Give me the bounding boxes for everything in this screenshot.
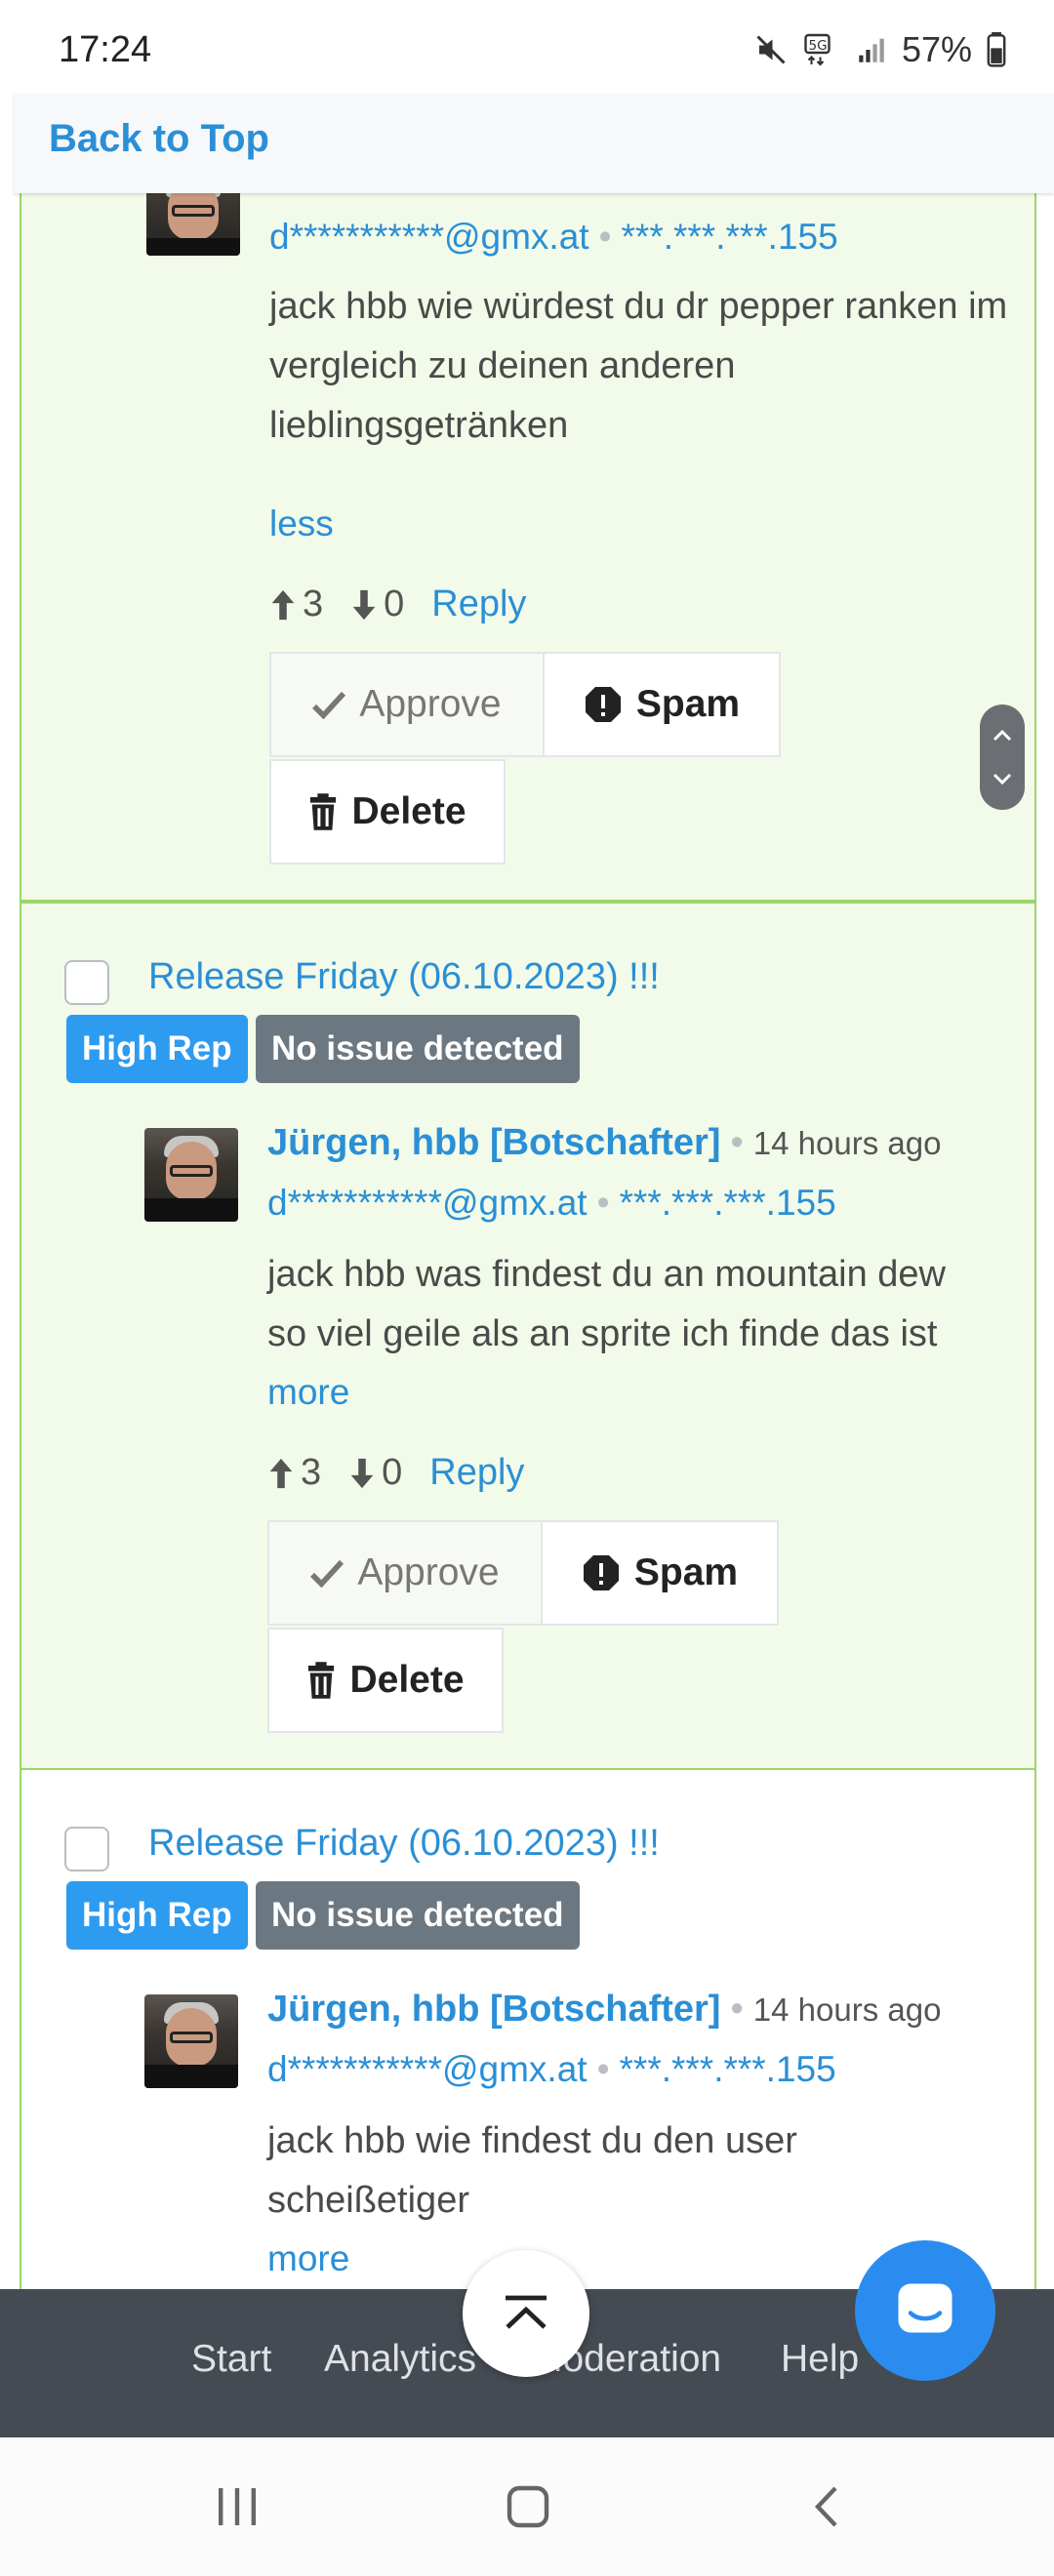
recent-apps-icon xyxy=(219,2488,256,2525)
thread-title[interactable]: Release Friday (06.10.2023) !!! xyxy=(148,956,660,998)
chevron-up-bar-icon xyxy=(506,2295,547,2329)
trash-icon xyxy=(310,793,337,830)
mute-icon xyxy=(753,32,789,67)
author-ip[interactable]: ***.***.***.155 xyxy=(622,217,838,257)
comment-author-row: Jürgen, hbb [Botschafter] • 14 hours ago xyxy=(267,1122,942,1163)
spam-octagon-icon xyxy=(585,687,621,722)
more-toggle[interactable]: more xyxy=(267,2238,349,2279)
nav-analytics[interactable]: Analytics xyxy=(324,2338,476,2381)
status-bar: 17:24 5G 57% xyxy=(0,0,1054,94)
less-toggle[interactable]: less xyxy=(269,503,334,544)
comment-card: d***********@gmx.at • ***.***.***.155 jack… xyxy=(20,146,1036,902)
avatar[interactable] xyxy=(144,1128,238,1222)
chat-launcher-button[interactable] xyxy=(855,2240,995,2381)
recent-apps-button[interactable] xyxy=(213,2482,262,2536)
author-ip[interactable]: ***.***.***.155 xyxy=(620,1183,836,1223)
trash-icon xyxy=(308,1662,335,1699)
top-bar: Back to Top xyxy=(14,94,1054,193)
select-checkbox[interactable] xyxy=(64,960,109,1005)
comment-body: jack hbb wie würdest du dr pepper ranken… xyxy=(269,286,1008,446)
downvote-count: 0 xyxy=(384,584,405,624)
status-icons: 5G 57% xyxy=(753,29,1007,70)
arrow-up-icon xyxy=(271,589,295,620)
upvote-button[interactable]: 3 xyxy=(267,1452,321,1494)
nav-start[interactable]: Start xyxy=(191,2338,271,2381)
approve-button[interactable]: Approve xyxy=(269,652,545,757)
battery-icon xyxy=(986,32,1007,67)
author-ip[interactable]: ***.***.***.155 xyxy=(620,2049,836,2089)
comment-card: Release Friday (06.10.2023) !!! High Rep… xyxy=(20,1768,1036,2314)
comment-body: jack hbb was findest du an mountain dew … xyxy=(267,1245,1029,1364)
author-email[interactable]: d***********@gmx.at xyxy=(267,1183,588,1223)
vote-row: 3 0 Reply xyxy=(269,584,526,625)
author-name[interactable]: Jürgen, hbb [Botschafter] xyxy=(267,1122,720,1163)
upvote-count: 3 xyxy=(303,584,324,624)
comment-body-line: jack hbb was findest du an mountain dew xyxy=(267,1254,946,1295)
comment-card: Release Friday (06.10.2023) !!! High Rep… xyxy=(20,902,1036,1770)
thread-title[interactable]: Release Friday (06.10.2023) !!! xyxy=(148,1823,660,1865)
scroll-chevrons-icon xyxy=(993,729,1012,785)
spam-button[interactable]: Spam xyxy=(541,1520,779,1626)
upvote-count: 3 xyxy=(301,1452,322,1493)
home-button[interactable] xyxy=(504,2482,552,2536)
arrow-down-icon xyxy=(352,589,376,620)
status-badge: No issue detected xyxy=(256,1015,580,1083)
arrow-up-icon xyxy=(269,1458,293,1488)
comment-body-line: so viel geile als an sprite ich finde da… xyxy=(267,1313,938,1354)
comment-meta: d***********@gmx.at • ***.***.***.155 xyxy=(267,2049,836,2089)
spam-octagon-icon xyxy=(583,1555,619,1590)
back-button[interactable] xyxy=(804,2482,853,2536)
scroll-to-top-button[interactable] xyxy=(463,2250,589,2377)
comment-body-line: jack hbb wie findest du den user xyxy=(267,2120,797,2161)
high-rep-badge: High Rep xyxy=(66,1015,248,1083)
comment-meta: d***********@gmx.at • ***.***.***.155 xyxy=(267,1183,836,1223)
nav-help[interactable]: Help xyxy=(781,2338,859,2381)
svg-text:5G: 5G xyxy=(808,38,827,54)
arrow-down-icon xyxy=(350,1458,374,1488)
author-email[interactable]: d***********@gmx.at xyxy=(269,217,589,257)
reply-link[interactable]: Reply xyxy=(429,1452,524,1494)
comment-body-line: scheißetiger xyxy=(267,2180,469,2221)
delete-button[interactable]: Delete xyxy=(267,1628,504,1733)
check-icon xyxy=(312,691,346,719)
signal-icon xyxy=(855,33,888,66)
network-5g-icon: 5G xyxy=(802,32,841,67)
upvote-button[interactable]: 3 xyxy=(269,584,323,625)
status-time: 17:24 xyxy=(59,29,152,70)
high-rep-badge: High Rep xyxy=(66,1881,248,1950)
downvote-button[interactable]: 0 xyxy=(350,584,404,625)
status-badge: No issue detected xyxy=(256,1881,580,1950)
delete-button[interactable]: Delete xyxy=(269,759,506,865)
author-name[interactable]: Jürgen, hbb [Botschafter] xyxy=(267,1989,720,2030)
downvote-count: 0 xyxy=(382,1452,403,1493)
chat-icon xyxy=(898,2283,953,2333)
check-icon xyxy=(310,1559,345,1588)
home-icon xyxy=(507,2485,549,2528)
back-chevron-icon xyxy=(814,2486,837,2527)
comment-meta: d***********@gmx.at • ***.***.***.155 xyxy=(269,217,838,257)
author-email[interactable]: d***********@gmx.at xyxy=(267,2049,588,2089)
downvote-button[interactable]: 0 xyxy=(348,1452,402,1494)
comment-author-row: Jürgen, hbb [Botschafter] • 14 hours ago xyxy=(267,1989,942,2030)
system-nav-bar xyxy=(0,2437,1054,2576)
back-to-top-link[interactable]: Back to Top xyxy=(49,117,269,161)
avatar[interactable] xyxy=(144,1994,238,2088)
select-checkbox[interactable] xyxy=(64,1827,109,1872)
spam-button[interactable]: Spam xyxy=(543,652,781,757)
scroll-handle[interactable] xyxy=(980,704,1025,810)
comment-time: 14 hours ago xyxy=(752,1125,942,1161)
comment-body: jack hbb wie findest du den user scheiße… xyxy=(267,2112,1029,2231)
reply-link[interactable]: Reply xyxy=(431,584,526,625)
more-toggle[interactable]: more xyxy=(267,1372,349,1413)
vote-row: 3 0 Reply xyxy=(267,1452,524,1494)
battery-percent: 57% xyxy=(901,29,972,69)
comment-time: 14 hours ago xyxy=(752,1992,942,2028)
approve-button[interactable]: Approve xyxy=(267,1520,543,1626)
